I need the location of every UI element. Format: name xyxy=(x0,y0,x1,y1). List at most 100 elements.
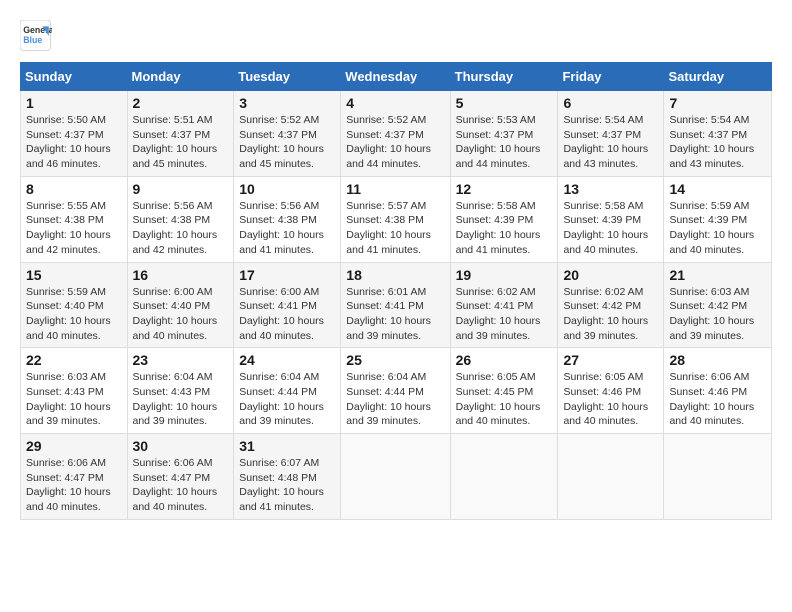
day-info: Sunrise: 5:52 AMSunset: 4:37 PMDaylight:… xyxy=(346,114,431,170)
day-number: 30 xyxy=(133,438,229,454)
day-cell: 17 Sunrise: 6:00 AMSunset: 4:41 PMDaylig… xyxy=(234,262,341,348)
day-info: Sunrise: 5:59 AMSunset: 4:39 PMDaylight:… xyxy=(669,200,754,256)
day-cell: 6 Sunrise: 5:54 AMSunset: 4:37 PMDayligh… xyxy=(558,91,664,177)
day-cell: 31 Sunrise: 6:07 AMSunset: 4:48 PMDaylig… xyxy=(234,434,341,520)
day-cell: 10 Sunrise: 5:56 AMSunset: 4:38 PMDaylig… xyxy=(234,176,341,262)
day-cell: 25 Sunrise: 6:04 AMSunset: 4:44 PMDaylig… xyxy=(341,348,450,434)
day-number: 4 xyxy=(346,95,444,111)
day-number: 27 xyxy=(563,352,658,368)
day-number: 19 xyxy=(456,267,553,283)
day-number: 3 xyxy=(239,95,335,111)
day-info: Sunrise: 6:07 AMSunset: 4:48 PMDaylight:… xyxy=(239,457,324,513)
day-header-monday: Monday xyxy=(127,63,234,91)
day-cell: 8 Sunrise: 5:55 AMSunset: 4:38 PMDayligh… xyxy=(21,176,128,262)
day-number: 1 xyxy=(26,95,122,111)
day-number: 9 xyxy=(133,181,229,197)
day-info: Sunrise: 6:05 AMSunset: 4:45 PMDaylight:… xyxy=(456,371,541,427)
day-info: Sunrise: 5:50 AMSunset: 4:37 PMDaylight:… xyxy=(26,114,111,170)
day-cell: 5 Sunrise: 5:53 AMSunset: 4:37 PMDayligh… xyxy=(450,91,558,177)
day-cell: 11 Sunrise: 5:57 AMSunset: 4:38 PMDaylig… xyxy=(341,176,450,262)
day-info: Sunrise: 5:58 AMSunset: 4:39 PMDaylight:… xyxy=(456,200,541,256)
day-info: Sunrise: 6:00 AMSunset: 4:40 PMDaylight:… xyxy=(133,286,218,342)
day-number: 24 xyxy=(239,352,335,368)
day-number: 5 xyxy=(456,95,553,111)
day-info: Sunrise: 6:04 AMSunset: 4:43 PMDaylight:… xyxy=(133,371,218,427)
day-number: 16 xyxy=(133,267,229,283)
day-info: Sunrise: 5:51 AMSunset: 4:37 PMDaylight:… xyxy=(133,114,218,170)
day-cell: 23 Sunrise: 6:04 AMSunset: 4:43 PMDaylig… xyxy=(127,348,234,434)
day-header-wednesday: Wednesday xyxy=(341,63,450,91)
day-number: 7 xyxy=(669,95,766,111)
calendar-table: SundayMondayTuesdayWednesdayThursdayFrid… xyxy=(20,62,772,520)
header: General Blue xyxy=(20,20,772,52)
day-number: 25 xyxy=(346,352,444,368)
day-cell xyxy=(558,434,664,520)
day-info: Sunrise: 6:04 AMSunset: 4:44 PMDaylight:… xyxy=(346,371,431,427)
day-number: 26 xyxy=(456,352,553,368)
header-row: SundayMondayTuesdayWednesdayThursdayFrid… xyxy=(21,63,772,91)
day-info: Sunrise: 5:55 AMSunset: 4:38 PMDaylight:… xyxy=(26,200,111,256)
day-cell: 15 Sunrise: 5:59 AMSunset: 4:40 PMDaylig… xyxy=(21,262,128,348)
day-info: Sunrise: 5:53 AMSunset: 4:37 PMDaylight:… xyxy=(456,114,541,170)
day-number: 31 xyxy=(239,438,335,454)
day-info: Sunrise: 5:56 AMSunset: 4:38 PMDaylight:… xyxy=(239,200,324,256)
day-number: 22 xyxy=(26,352,122,368)
day-info: Sunrise: 5:52 AMSunset: 4:37 PMDaylight:… xyxy=(239,114,324,170)
day-number: 28 xyxy=(669,352,766,368)
day-cell: 1 Sunrise: 5:50 AMSunset: 4:37 PMDayligh… xyxy=(21,91,128,177)
day-cell: 4 Sunrise: 5:52 AMSunset: 4:37 PMDayligh… xyxy=(341,91,450,177)
day-number: 13 xyxy=(563,181,658,197)
day-info: Sunrise: 5:59 AMSunset: 4:40 PMDaylight:… xyxy=(26,286,111,342)
day-cell: 7 Sunrise: 5:54 AMSunset: 4:37 PMDayligh… xyxy=(664,91,772,177)
day-number: 2 xyxy=(133,95,229,111)
day-cell: 24 Sunrise: 6:04 AMSunset: 4:44 PMDaylig… xyxy=(234,348,341,434)
day-info: Sunrise: 5:54 AMSunset: 4:37 PMDaylight:… xyxy=(669,114,754,170)
day-info: Sunrise: 6:00 AMSunset: 4:41 PMDaylight:… xyxy=(239,286,324,342)
day-number: 14 xyxy=(669,181,766,197)
day-number: 23 xyxy=(133,352,229,368)
svg-text:Blue: Blue xyxy=(23,35,42,45)
day-number: 20 xyxy=(563,267,658,283)
logo: General Blue xyxy=(20,20,52,52)
day-cell: 3 Sunrise: 5:52 AMSunset: 4:37 PMDayligh… xyxy=(234,91,341,177)
day-cell: 26 Sunrise: 6:05 AMSunset: 4:45 PMDaylig… xyxy=(450,348,558,434)
day-cell: 2 Sunrise: 5:51 AMSunset: 4:37 PMDayligh… xyxy=(127,91,234,177)
day-header-thursday: Thursday xyxy=(450,63,558,91)
day-cell: 27 Sunrise: 6:05 AMSunset: 4:46 PMDaylig… xyxy=(558,348,664,434)
day-cell: 30 Sunrise: 6:06 AMSunset: 4:47 PMDaylig… xyxy=(127,434,234,520)
week-row-3: 15 Sunrise: 5:59 AMSunset: 4:40 PMDaylig… xyxy=(21,262,772,348)
day-info: Sunrise: 6:02 AMSunset: 4:41 PMDaylight:… xyxy=(456,286,541,342)
day-info: Sunrise: 6:06 AMSunset: 4:47 PMDaylight:… xyxy=(26,457,111,513)
day-header-tuesday: Tuesday xyxy=(234,63,341,91)
day-number: 6 xyxy=(563,95,658,111)
week-row-1: 1 Sunrise: 5:50 AMSunset: 4:37 PMDayligh… xyxy=(21,91,772,177)
day-number: 17 xyxy=(239,267,335,283)
day-info: Sunrise: 5:56 AMSunset: 4:38 PMDaylight:… xyxy=(133,200,218,256)
day-number: 10 xyxy=(239,181,335,197)
logo-icon: General Blue xyxy=(20,20,52,52)
day-info: Sunrise: 6:03 AMSunset: 4:42 PMDaylight:… xyxy=(669,286,754,342)
day-cell: 13 Sunrise: 5:58 AMSunset: 4:39 PMDaylig… xyxy=(558,176,664,262)
day-cell: 21 Sunrise: 6:03 AMSunset: 4:42 PMDaylig… xyxy=(664,262,772,348)
day-info: Sunrise: 5:57 AMSunset: 4:38 PMDaylight:… xyxy=(346,200,431,256)
week-row-2: 8 Sunrise: 5:55 AMSunset: 4:38 PMDayligh… xyxy=(21,176,772,262)
week-row-4: 22 Sunrise: 6:03 AMSunset: 4:43 PMDaylig… xyxy=(21,348,772,434)
day-info: Sunrise: 5:58 AMSunset: 4:39 PMDaylight:… xyxy=(563,200,648,256)
day-cell xyxy=(664,434,772,520)
day-cell xyxy=(450,434,558,520)
day-number: 18 xyxy=(346,267,444,283)
day-cell: 9 Sunrise: 5:56 AMSunset: 4:38 PMDayligh… xyxy=(127,176,234,262)
day-number: 8 xyxy=(26,181,122,197)
day-cell: 14 Sunrise: 5:59 AMSunset: 4:39 PMDaylig… xyxy=(664,176,772,262)
day-cell: 16 Sunrise: 6:00 AMSunset: 4:40 PMDaylig… xyxy=(127,262,234,348)
day-number: 21 xyxy=(669,267,766,283)
day-cell: 22 Sunrise: 6:03 AMSunset: 4:43 PMDaylig… xyxy=(21,348,128,434)
day-info: Sunrise: 6:03 AMSunset: 4:43 PMDaylight:… xyxy=(26,371,111,427)
day-info: Sunrise: 6:02 AMSunset: 4:42 PMDaylight:… xyxy=(563,286,648,342)
day-cell: 29 Sunrise: 6:06 AMSunset: 4:47 PMDaylig… xyxy=(21,434,128,520)
day-info: Sunrise: 6:06 AMSunset: 4:47 PMDaylight:… xyxy=(133,457,218,513)
day-header-sunday: Sunday xyxy=(21,63,128,91)
day-info: Sunrise: 6:05 AMSunset: 4:46 PMDaylight:… xyxy=(563,371,648,427)
day-cell: 12 Sunrise: 5:58 AMSunset: 4:39 PMDaylig… xyxy=(450,176,558,262)
day-cell: 20 Sunrise: 6:02 AMSunset: 4:42 PMDaylig… xyxy=(558,262,664,348)
